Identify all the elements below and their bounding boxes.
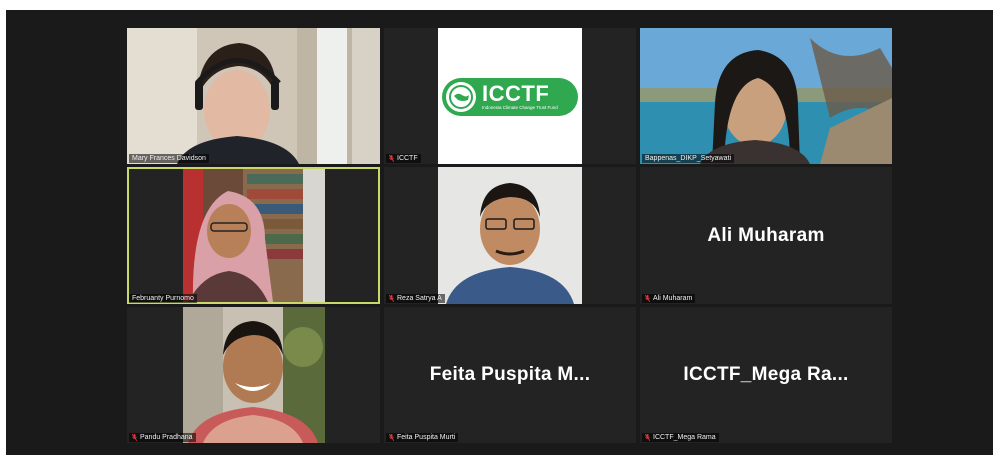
muted-mic-icon [389,434,394,441]
participant-tile-februanty-purnomo[interactable]: Februanty Purnomo [127,167,380,304]
participant-tile-mary-frances-davidson[interactable]: Mary Frances Davidson [127,28,380,164]
participant-video [183,169,325,302]
participant-name: Reza Satrya A [397,295,442,302]
participant-display-name: ICCTF_Mega Ra... [683,364,849,385]
name-tag: Mary Frances Davidson [129,154,209,163]
participant-tile-bappenas-setyawati[interactable]: Bappenas_DIKP_Setyawati [640,28,892,164]
name-tag: ICCTF [386,154,421,163]
participant-name: Februanty Purnomo [132,295,194,302]
participant-name: ICCTF_Mega Rama [653,434,716,441]
name-tag: Bappenas_DIKP_Setyawati [642,154,734,163]
participant-display-name: Ali Muharam [707,224,825,246]
name-tag: Reza Satrya A [386,294,445,303]
participant-name: Bappenas_DIKP_Setyawati [645,155,731,162]
muted-mic-icon [132,434,137,441]
participant-tile-ali-muharam[interactable]: Ali Muharam Ali Muharam [640,167,892,304]
participant-video: ICCTF Indonesia Climate Change Trust Fun… [438,28,582,164]
icctf-logo: ICCTF Indonesia Climate Change Trust Fun… [442,78,578,116]
logo-subtitle: Indonesia Climate Change Trust Fund [482,105,558,110]
name-tag: Ali Muharam [642,294,696,303]
participant-video [127,28,380,164]
participant-tile-pandu-pradhana[interactable]: Pandu Pradhana [127,307,380,443]
participant-tile-reza-satrya[interactable]: Reza Satrya A [384,167,636,304]
participant-name: Ali Muharam [653,295,693,302]
participant-tile-icctf-mega-rama[interactable]: ICCTF_Mega Ra... ICCTF_Mega Rama [640,307,892,443]
participant-tile-icctf[interactable]: ICCTF Indonesia Climate Change Trust Fun… [384,28,636,164]
participant-video [183,307,325,443]
gallery-view: Mary Frances Davidson ICCTF Indonesia Cl… [6,10,993,455]
muted-mic-icon [645,295,650,302]
muted-mic-icon [389,155,394,162]
logo-title: ICCTF [482,81,550,106]
name-tag: ICCTF_Mega Rama [642,433,719,442]
participant-name: Pandu Pradhana [140,434,193,441]
name-tag: Februanty Purnomo [129,294,197,303]
participant-name: Feita Puspita Murti [397,434,456,441]
participant-tile-feita-puspita-murti[interactable]: Feita Puspita M... Feita Puspita Murti [384,307,636,443]
muted-mic-icon [645,434,650,441]
name-tag: Pandu Pradhana [129,433,196,442]
participant-name: ICCTF [397,155,418,162]
name-tag: Feita Puspita Murti [386,433,459,442]
participant-video [640,28,892,164]
muted-mic-icon [389,295,394,302]
participant-display-name: Feita Puspita M... [429,364,591,385]
globe-icon [446,82,476,112]
participant-name: Mary Frances Davidson [132,155,206,162]
participant-video [438,167,582,304]
